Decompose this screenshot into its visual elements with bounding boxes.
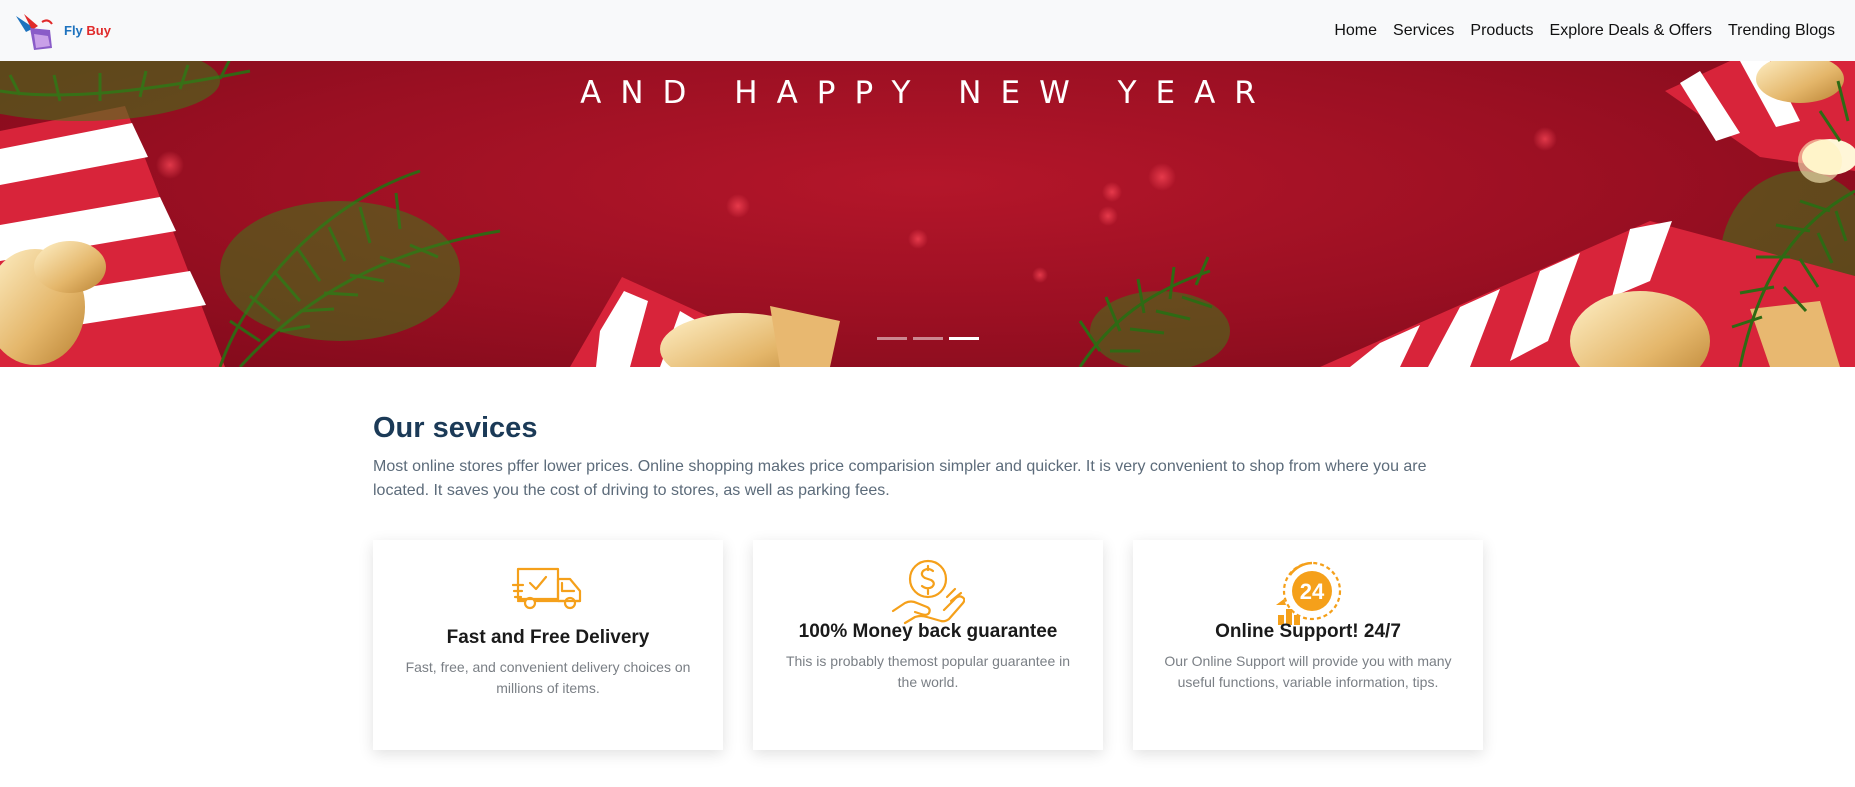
bird-logo-icon <box>16 13 53 50</box>
brand-link[interactable]: Fly Buy <box>12 10 111 52</box>
services-heading: Our sevices <box>373 412 538 444</box>
main-nav: Home Services Products Explore Deals & O… <box>1334 22 1843 40</box>
service-card-delivery: Fast and Free Delivery Fast, free, and c… <box>373 540 723 750</box>
brand-name-fly: Fly <box>64 23 83 38</box>
carousel-indicator-3[interactable] <box>949 337 979 340</box>
service-card-title: Online Support! 24/7 <box>1215 621 1401 642</box>
nav-blogs[interactable]: Trending Blogs <box>1728 22 1835 40</box>
delivery-truck-icon <box>512 567 582 610</box>
nav-deals[interactable]: Explore Deals & Offers <box>1550 22 1712 40</box>
money-back-icon <box>891 559 965 625</box>
support-badge-text: 24 <box>1300 579 1325 604</box>
brand-name-buy: Buy <box>86 23 111 38</box>
service-card-money-back: 100% Money back guarantee This is probab… <box>753 540 1103 750</box>
services-description: Most online stores pffer lower prices. O… <box>373 458 1427 499</box>
service-cards: Fast and Free Delivery Fast, free, and c… <box>373 540 1483 750</box>
service-card-support: 24 Online Support! 24/7 Our Online Suppo… <box>1133 540 1483 750</box>
carousel-indicators <box>877 337 979 340</box>
service-card-title: 100% Money back guarantee <box>798 621 1058 642</box>
carousel-indicator-1[interactable] <box>877 337 907 340</box>
services-section: Our sevices Most online stores pffer low… <box>373 412 1483 503</box>
service-card-text: Our Online Support will provide you with… <box>1164 653 1452 690</box>
support-24-icon: 24 <box>1276 561 1342 625</box>
navbar: Fly Buy Home Services Products Explore D… <box>0 0 1855 61</box>
brand-name: Fly Buy <box>64 23 111 38</box>
nav-products[interactable]: Products <box>1470 22 1533 40</box>
hero-carousel[interactable]: AND HAPPY NEW YEAR <box>0 61 1855 367</box>
nav-home[interactable]: Home <box>1334 22 1377 40</box>
service-card-text: Fast, free, and convenient delivery choi… <box>405 659 691 696</box>
nav-services[interactable]: Services <box>1393 22 1454 40</box>
carousel-indicator-2[interactable] <box>913 337 943 340</box>
service-card-title: Fast and Free Delivery <box>446 627 650 648</box>
service-card-text: This is probably themost popular guarant… <box>785 653 1071 690</box>
hero-title: AND HAPPY NEW YEAR <box>580 75 1275 111</box>
